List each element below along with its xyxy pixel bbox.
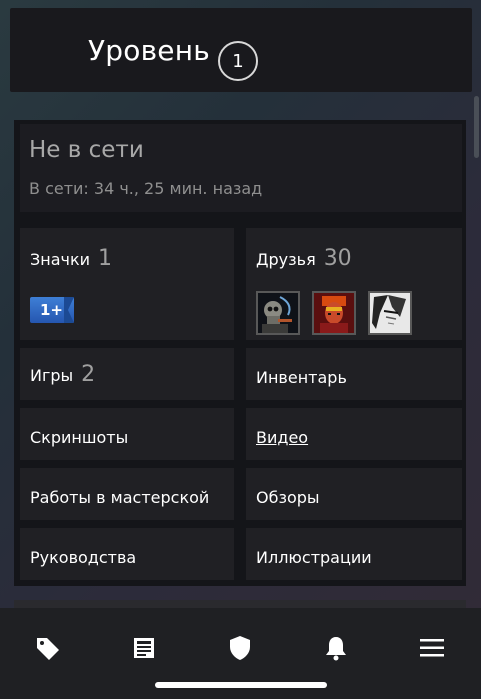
friends-section[interactable]: Друзья 30: [246, 228, 462, 340]
badges-label-row: Значки 1: [30, 246, 112, 271]
level-badge: 1: [218, 41, 258, 81]
badges-label: Значки: [30, 250, 91, 269]
friend-avatar[interactable]: [312, 291, 356, 335]
news-icon: [134, 638, 154, 658]
friend-avatar[interactable]: [368, 291, 412, 335]
workshop-label: Работы в мастерской: [30, 488, 210, 507]
tab-guard[interactable]: [220, 628, 260, 668]
menu-icon: [420, 639, 444, 657]
workshop-section[interactable]: Работы в мастерской: [20, 468, 234, 520]
videos-label[interactable]: Видео: [256, 428, 308, 447]
level-badge-icon[interactable]: 1+: [30, 297, 74, 323]
inventory-label: Инвентарь: [256, 368, 347, 387]
status-last-online: В сети: 34 ч., 25 мин. назад: [29, 179, 263, 198]
scrollbar-thumb[interactable]: [474, 96, 479, 158]
friends-label: Друзья: [256, 250, 316, 269]
inventory-section[interactable]: Инвентарь: [246, 348, 462, 400]
shield-icon: [230, 636, 250, 660]
level-title: Уровень: [88, 34, 210, 67]
games-section[interactable]: Игры 2: [20, 348, 234, 400]
friends-label-row: Друзья 30: [256, 246, 352, 271]
status-title: Не в сети: [29, 137, 144, 163]
friend-avatar-skull-icon: [258, 293, 298, 333]
bell-icon: [326, 637, 346, 661]
friend-avatar-anime-icon: [370, 293, 410, 333]
screenshots-label: Скриншоты: [30, 428, 129, 447]
badges-section[interactable]: Значки 1 1+: [20, 228, 234, 340]
badges-count: 1: [98, 246, 113, 271]
games-label-row: Игры 2: [30, 362, 95, 387]
games-label: Игры: [30, 366, 74, 385]
screenshots-section[interactable]: Скриншоты: [20, 408, 234, 460]
reviews-label: Обзоры: [256, 488, 320, 507]
home-indicator[interactable]: [155, 682, 327, 688]
friends-count: 30: [323, 246, 352, 271]
tab-menu[interactable]: [412, 628, 452, 668]
friend-avatar[interactable]: [256, 291, 300, 335]
reviews-section[interactable]: Обзоры: [246, 468, 462, 520]
artwork-label: Иллюстрации: [256, 548, 372, 567]
level-card: Уровень 1: [10, 8, 472, 92]
guides-section[interactable]: Руководства: [20, 528, 234, 580]
guides-label: Руководства: [30, 548, 137, 567]
friend-avatar-character-icon: [314, 293, 354, 333]
tag-icon: [37, 638, 59, 660]
games-count: 2: [81, 362, 96, 387]
tab-notifications[interactable]: [316, 628, 356, 668]
artwork-section[interactable]: Иллюстрации: [246, 528, 462, 580]
videos-section[interactable]: Видео: [246, 408, 462, 460]
tab-news[interactable]: [124, 628, 164, 668]
status-card: Не в сети В сети: 34 ч., 25 мин. назад: [20, 124, 462, 212]
badge-icon-text: 1+: [40, 301, 64, 319]
badge-ribbon-icon: [64, 297, 74, 323]
tab-store[interactable]: [28, 628, 68, 668]
